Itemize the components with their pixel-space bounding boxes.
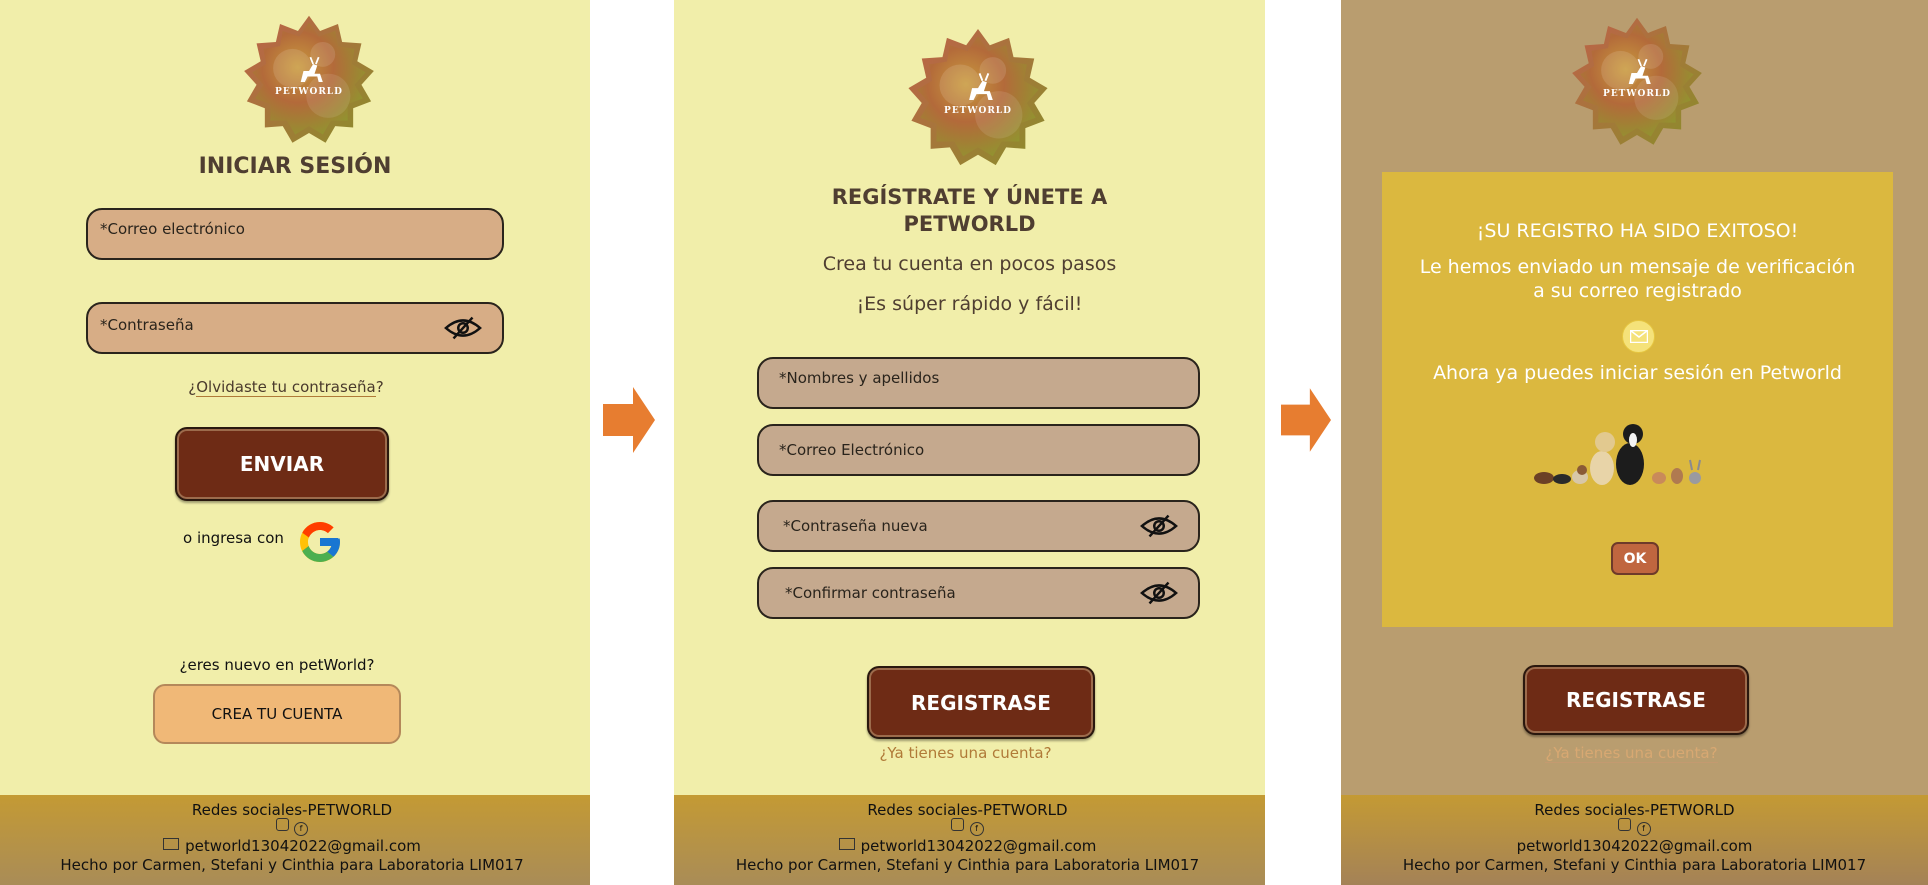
logo-text: PETWORLD [275,87,343,97]
social-icons: f [674,818,1265,836]
eye-slash-icon[interactable] [444,315,482,341]
register-button[interactable]: REGISTRASE [867,666,1095,739]
full-name-field[interactable]: *Nombres y apellidos [757,357,1200,409]
email-placeholder: *Correo electrónico [100,220,245,238]
new-password-placeholder: *Contraseña nueva [783,517,928,535]
full-name-placeholder: *Nombres y apellidos [779,369,940,387]
login-prompt: Ahora ya puedes iniciar sesión en Petwor… [1433,362,1842,384]
footer-email: petworld13042022@gmail.com [674,837,1265,855]
new-password-field[interactable]: *Contraseña nueva [757,500,1200,552]
logo-text: PETWORLD [944,106,1012,116]
send-button[interactable]: ENVIAR [175,427,389,501]
footer-credits: Hecho por Carmen, Stefani y Cinthia para… [1402,856,1867,874]
envelope-icon [1622,320,1655,353]
page-title: REGÍSTRATE Y ÚNETE A PETWORLD [674,184,1265,238]
instagram-icon[interactable] [951,818,965,831]
page-title: INICIAR SESIÓN [198,154,392,179]
social-title: Redes sociales-PETWORLD [191,801,393,819]
password-placeholder: *Contraseña [100,316,194,334]
mail-icon [838,838,855,850]
facebook-icon[interactable]: f [969,822,984,836]
register-screen: PETWORLD REGÍSTRATE Y ÚNETE A PETWORLD C… [674,0,1265,885]
footer: Redes sociales-PETWORLD f petworld130420… [0,795,590,885]
subtitle: Crea tu cuenta en pocos pasos [822,253,1117,275]
footer-email: petworld13042022@gmail.com [0,837,590,855]
email-field[interactable]: *Correo electrónico [86,208,504,260]
social-icons: f [1341,818,1928,836]
footer-credits: Hecho por Carmen, Stefani y Cinthia para… [60,856,524,874]
footer-email: petworld13042022@gmail.com [1516,837,1753,855]
modal-heading: ¡SU REGISTRO HA SIDO EXITOSO! [1476,220,1799,242]
register-success-screen: PETWORLD ¡SU REGISTRO HA SIDO EXITOSO! L… [1341,0,1928,885]
petworld-logo: PETWORLD [1568,15,1706,153]
petworld-logo: PETWORLD [240,13,378,151]
social-title: Redes sociales-PETWORLD [1534,801,1735,819]
have-account-link[interactable]: ¿Ya tienes una cuenta? [674,744,1265,762]
title-line-2: PETWORLD [903,212,1036,236]
forgot-password: ¿Olvidaste tu contraseña? [0,378,590,397]
logo-text: PETWORLD [1603,89,1671,99]
ok-button[interactable]: OK [1611,542,1659,575]
password-field[interactable]: *Contraseña [86,302,504,354]
confirm-password-placeholder: *Confirmar contraseña [785,584,956,602]
footer-email-text: petworld13042022@gmail.com [860,837,1097,855]
eye-slash-icon[interactable] [1140,513,1178,539]
eye-slash-icon[interactable] [1140,580,1178,606]
facebook-icon[interactable]: f [294,822,309,836]
email-placeholder: *Correo Electrónico [779,441,925,459]
arrow-right-icon [1281,387,1331,453]
footer-credits: Hecho por Carmen, Stefani y Cinthia para… [735,856,1200,874]
footer: Redes sociales-PETWORLD f petworld130420… [1341,795,1928,885]
facebook-icon[interactable]: f [1636,822,1651,836]
instagram-icon[interactable] [275,818,289,831]
social-title: Redes sociales-PETWORLD [867,801,1068,819]
arrow-right-icon [603,387,655,453]
create-account-button[interactable]: CREA TU CUENTA [153,684,401,744]
footer-email-text: petworld13042022@gmail.com [185,837,421,855]
email-field[interactable]: *Correo Electrónico [757,424,1200,476]
mail-icon [163,838,180,850]
footer: Redes sociales-PETWORLD f petworld130420… [674,795,1265,885]
petworld-logo: PETWORLD [904,26,1052,174]
have-account-link-text[interactable]: ¿Ya tienes una cuenta? [1545,744,1718,763]
new-user-text: ¿eres nuevo en petWorld? [179,656,375,674]
instagram-icon[interactable] [1618,818,1632,831]
pets-image [1534,424,1701,485]
confirm-password-field[interactable]: *Confirmar contraseña [757,567,1200,619]
title-line-1: REGÍSTRATE Y ÚNETE A [831,185,1108,209]
alt-login-text: o ingresa con [183,529,284,547]
forgot-suffix: ? [375,378,384,396]
success-modal: ¡SU REGISTRO HA SIDO EXITOSO! Le hemos e… [1382,172,1893,627]
register-button[interactable]: REGISTRASE [1523,665,1749,735]
social-icons: f [0,818,590,836]
forgot-password-link[interactable]: Olvidaste tu contraseña [196,378,376,397]
modal-message-line-1: Le hemos enviado un mensaje de verificac… [1419,256,1856,278]
google-icon[interactable] [296,518,344,566]
login-screen: PETWORLD INICIAR SESIÓN *Correo electrón… [0,0,590,885]
have-account-link[interactable]: ¿Ya tienes una cuenta? [1341,744,1928,763]
modal-message-line-2: a su correo registrado [1533,280,1742,302]
tagline: ¡Es súper rápido y fácil! [856,293,1083,315]
